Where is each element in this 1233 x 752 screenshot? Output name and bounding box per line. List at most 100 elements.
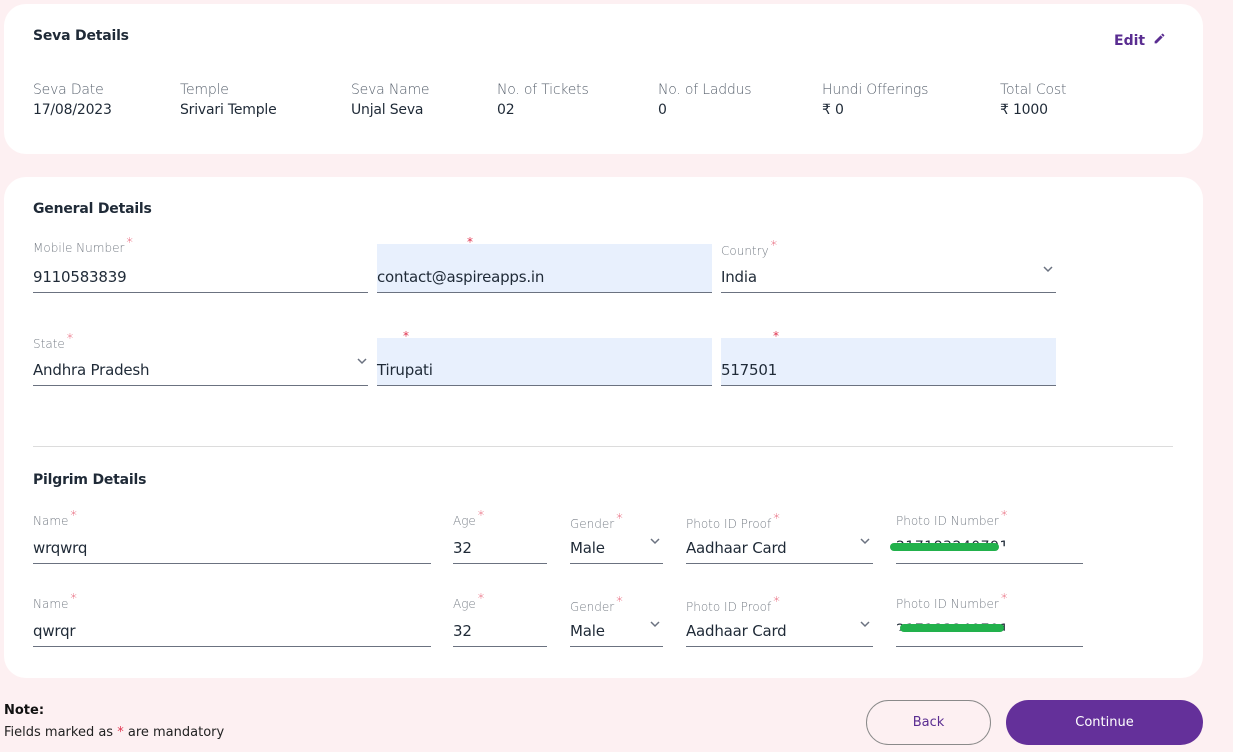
age-label: Age [453,514,476,528]
email-field[interactable]: * contact@aspireapps.in [377,235,712,293]
pincode-value: 517501 [721,361,778,379]
required-mark: * [126,236,133,251]
mandatory-note: Note: Fields marked as * are mandatory [4,703,224,740]
mobile-number-value: 9110583839 [33,268,127,286]
tickets: No. of Tickets 02 [497,82,589,118]
pincode-field[interactable]: * 517501 [721,329,1056,386]
required-mark: * [1000,509,1008,524]
required-mark: * [616,512,623,527]
state-select[interactable]: State * Andhra Pradesh [33,331,368,386]
pilgrim-gender-select[interactable]: Gender * Male [570,591,663,647]
chevron-down-icon [356,352,368,365]
hundi-label: Hundi Offerings [822,82,929,98]
required-mark: * [403,329,409,343]
required-mark: * [773,595,780,610]
temple-label: Temple [180,82,229,98]
laddus: No. of Laddus 0 [658,82,752,118]
hundi-offerings: Hundi Offerings ₹ 0 [822,82,928,118]
pilgrim-id-proof-select[interactable]: Photo ID Proof * Aadhaar Card [686,591,873,647]
required-mark: * [70,592,77,607]
required-mark: * [467,235,473,249]
name-label: Name [33,597,69,611]
back-button[interactable]: Back [866,700,991,745]
pilgrim-name-field[interactable]: Name * qwrqr [33,591,431,647]
seva-details-card: Seva Details Edit Seva Date 17/08/2023 T… [4,4,1203,154]
seva-date-value: 17/08/2023 [33,102,112,118]
id-proof-label: Photo ID Proof [686,600,772,614]
temple: Temple Srivari Temple [180,82,277,118]
temple-value: Srivari Temple [180,102,277,118]
general-details-card: General Details Mobile Number * 911058383… [4,177,1203,678]
pilgrim-details-title: Pilgrim Details [33,472,147,488]
pilgrim-age-field[interactable]: Age * 32 [453,508,547,564]
chevron-down-icon [649,532,661,545]
pilgrim-gender-select[interactable]: Gender * Male [570,508,663,564]
pilgrim-id-proof-select[interactable]: Photo ID Proof * Aadhaar Card [686,508,873,564]
pilgrim-id-number-field[interactable]: Photo ID Number* 217183240791 [890,508,1083,564]
required-mark: * [477,592,485,607]
pilgrim-id-proof-value: Aadhaar Card [686,539,787,557]
note-text-after: are mandatory [123,725,225,740]
tickets-value: 02 [497,102,515,118]
redaction-mark [900,624,1004,632]
required-mark: * [773,512,780,527]
required-mark: * [770,239,778,254]
general-details-title: General Details [33,201,152,217]
country-value: India [721,268,757,286]
country-select[interactable]: Country * India [721,237,1056,293]
pilgrim-gender-value: Male [570,539,605,557]
state-label: State [33,337,65,351]
chevron-down-icon [649,615,661,628]
pencil-icon [1153,32,1166,49]
country-label: Country [721,244,769,258]
required-mark: * [616,595,623,610]
section-divider [33,446,1173,447]
continue-button[interactable]: Continue [1006,700,1203,745]
seva-name-value: Unjal Seva [351,102,424,118]
laddus-label: No. of Laddus [658,82,752,98]
gender-label: Gender [570,517,615,531]
pilgrim-id-number-field[interactable]: Photo ID Number* 217183240791 [896,591,1083,647]
required-mark: * [1000,592,1008,607]
chevron-down-icon [859,532,871,545]
id-number-label: Photo ID Number [896,597,999,611]
name-label: Name [33,514,69,528]
redaction-mark [890,543,999,551]
seva-date-label: Seva Date [33,82,104,98]
pilgrim-gender-value: Male [570,622,605,640]
edit-label: Edit [1114,32,1146,49]
mobile-number-field[interactable]: Mobile Number * 9110583839 [33,236,368,293]
edit-seva-button[interactable]: Edit [1114,32,1166,49]
pilgrim-id-proof-value: Aadhaar Card [686,622,787,640]
age-label: Age [453,597,476,611]
chevron-down-icon [1042,260,1054,273]
gender-label: Gender [570,600,615,614]
note-title: Note: [4,703,45,718]
pilgrim-name-value: wrqwrq [33,539,88,557]
city-value: Tirupati [377,361,433,379]
seva-date: Seva Date 17/08/2023 [33,82,112,118]
pilgrim-age-field[interactable]: Age * 32 [453,591,547,647]
state-value: Andhra Pradesh [33,361,150,379]
email-value: contact@aspireapps.in [377,268,545,286]
seva-name: Seva Name Unjal Seva [351,82,430,118]
city-field[interactable]: * Tirupati [377,329,712,386]
pilgrim-age-value: 32 [453,622,472,640]
chevron-down-icon [859,615,871,628]
pilgrim-name-value: qwrqr [33,622,76,640]
total-cost: Total Cost ₹ 1000 [1000,82,1066,118]
seva-name-label: Seva Name [351,82,430,98]
required-mark: * [66,332,74,347]
id-number-label: Photo ID Number [896,514,999,528]
total-cost-label: Total Cost [1000,82,1067,98]
hundi-value: ₹ 0 [822,102,844,118]
id-proof-label: Photo ID Proof [686,517,772,531]
required-mark: * [70,509,77,524]
total-cost-value: ₹ 1000 [1000,102,1048,118]
pilgrim-name-field[interactable]: Name * wrqwrq [33,508,431,564]
note-text-before: Fields marked as [4,725,118,740]
laddus-value: 0 [658,102,667,118]
tickets-label: No. of Tickets [497,82,589,98]
seva-details-title: Seva Details [33,28,129,44]
mobile-number-label: Mobile Number [33,241,125,255]
